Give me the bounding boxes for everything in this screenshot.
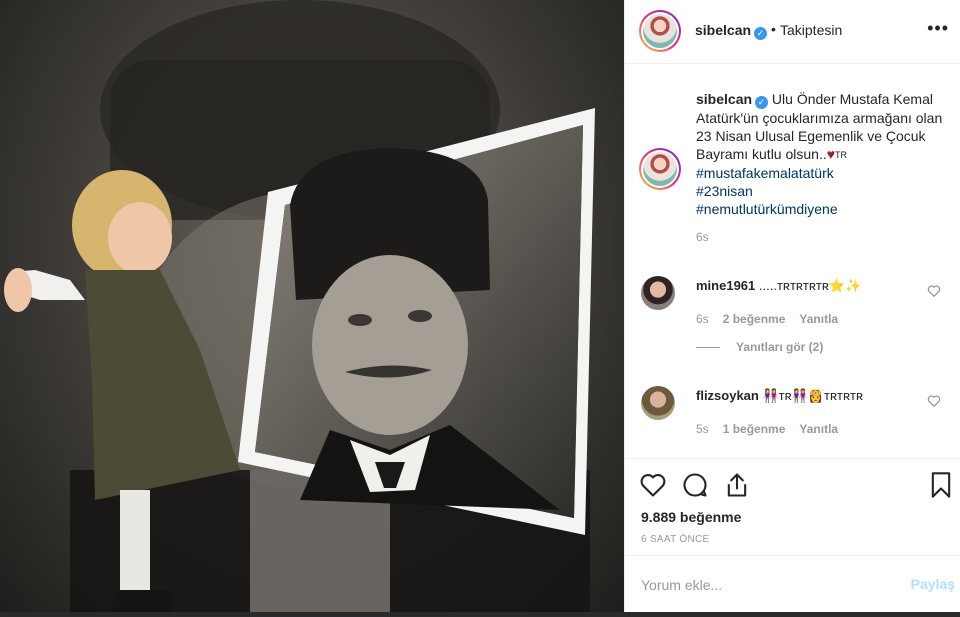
comment-text: 👭ᴛʀ👭👸ᴛʀᴛʀᴛʀ xyxy=(762,388,864,403)
post-detail-panel: sibelcan ✓ • Takiptesin ••• sibelcan ✓ Ulu… xyxy=(624,0,960,617)
commenter-avatar[interactable] xyxy=(641,386,675,420)
like-comment-heart-icon[interactable] xyxy=(927,284,941,298)
hashtag-link[interactable]: #nemutlutürkümdiyene xyxy=(696,200,946,218)
comment-text: .....ᴛʀᴛʀᴛʀᴛʀ⭐✨ xyxy=(758,278,862,293)
like-count[interactable]: 9.889 beğenme xyxy=(641,509,741,525)
caption-username[interactable]: sibelcan xyxy=(696,91,752,107)
post-actions: 9.889 beğenme 6 SAAT ÖNCE xyxy=(625,458,960,554)
commenter-username[interactable]: flizsoykan xyxy=(696,388,759,403)
caption-text: sibelcan ✓ Ulu Önder Mustafa Kemal Atatür… xyxy=(696,90,946,218)
author-username[interactable]: sibelcan ✓ xyxy=(695,22,768,40)
post-image[interactable] xyxy=(0,0,624,617)
follow-status[interactable]: Takiptesin xyxy=(780,22,842,38)
separator-dot: • xyxy=(771,21,776,37)
comment-likes[interactable]: 2 beğenme xyxy=(723,312,786,326)
verified-badge-icon: ✓ xyxy=(754,27,768,40)
comments-list[interactable]: sibelcan ✓ Ulu Önder Mustafa Kemal Atatür… xyxy=(625,64,960,456)
commenter-username[interactable]: mine1961 xyxy=(696,278,755,293)
comment-bubble-icon[interactable] xyxy=(681,471,709,499)
reply-button[interactable]: Yanıtla xyxy=(799,312,838,326)
verified-badge-icon: ✓ xyxy=(755,96,769,109)
like-comment-heart-icon[interactable] xyxy=(927,394,941,408)
post-age[interactable]: 6 SAAT ÖNCE xyxy=(641,534,710,545)
view-replies-link[interactable]: Yanıtları gör (2) xyxy=(696,340,823,354)
share-upload-icon[interactable] xyxy=(723,471,751,499)
caption-author-avatar[interactable] xyxy=(639,148,681,190)
comment-composer: Paylaş xyxy=(625,555,960,617)
post-header: sibelcan ✓ • Takiptesin ••• xyxy=(625,0,960,64)
comment-time[interactable]: 6s xyxy=(696,312,709,326)
comment-input[interactable] xyxy=(641,574,891,596)
reply-button[interactable]: Yanıtla xyxy=(799,422,838,436)
bottom-strip xyxy=(0,612,960,617)
post-comment-button[interactable]: Paylaş xyxy=(911,576,955,592)
like-heart-icon[interactable] xyxy=(639,471,667,499)
bookmark-save-icon[interactable] xyxy=(927,471,955,499)
post-image-art xyxy=(4,0,595,617)
heart-emoji-icon: ♥ xyxy=(826,146,836,162)
hashtag-link[interactable]: #mustafakemalatatürk xyxy=(696,164,946,182)
caption-suffix: TR xyxy=(835,150,848,160)
author-avatar[interactable] xyxy=(639,10,681,52)
comment-likes[interactable]: 1 beğenme xyxy=(723,422,786,436)
hashtag-link[interactable]: #23nisan xyxy=(696,182,946,200)
comment-time[interactable]: 5s xyxy=(696,422,709,436)
caption-time[interactable]: 6s xyxy=(696,230,709,244)
more-horizontal-icon[interactable]: ••• xyxy=(927,18,949,39)
commenter-avatar[interactable] xyxy=(641,276,675,310)
